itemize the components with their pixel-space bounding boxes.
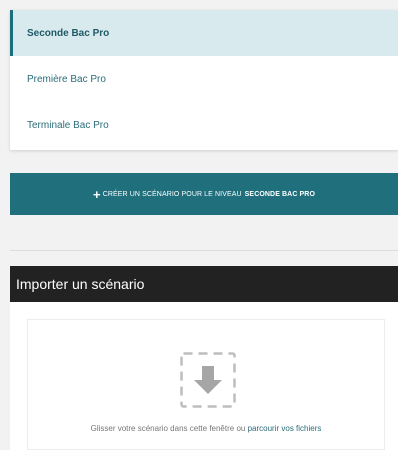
browse-files-link[interactable]: parcourir vos fichiers (248, 424, 322, 433)
level-list: Seconde Bac Pro Première Bac Pro Termina… (10, 10, 398, 150)
level-item-label: Première Bac Pro (27, 73, 106, 85)
download-icon[interactable] (180, 352, 236, 408)
create-scenario-button[interactable]: + CRÉER UN SCÉNARIO POUR LE NIVEAU SECON… (10, 173, 398, 215)
level-item-seconde[interactable]: Seconde Bac Pro (10, 10, 398, 56)
dropzone-instruction: Glisser votre scénario dans cette fenêtr… (90, 424, 246, 433)
level-item-premiere[interactable]: Première Bac Pro (10, 56, 398, 102)
import-panel: Importer un scénario Glisser votre scéna… (10, 266, 398, 450)
create-scenario-label: CRÉER UN SCÉNARIO POUR LE NIVEAU (102, 190, 242, 198)
plus-icon: + (93, 186, 101, 202)
dropzone-text: Glisser votre scénario dans cette fenêtr… (28, 424, 384, 433)
import-title-text: Importer un scénario (16, 276, 145, 292)
file-dropzone[interactable]: Glisser votre scénario dans cette fenêtr… (27, 319, 385, 450)
level-item-label: Terminale Bac Pro (27, 119, 109, 131)
divider (10, 250, 398, 251)
level-item-terminale[interactable]: Terminale Bac Pro (10, 102, 398, 148)
import-panel-title: Importer un scénario (10, 266, 398, 302)
level-item-label: Seconde Bac Pro (27, 27, 110, 39)
create-scenario-level: SECONDE BAC PRO (244, 190, 315, 198)
